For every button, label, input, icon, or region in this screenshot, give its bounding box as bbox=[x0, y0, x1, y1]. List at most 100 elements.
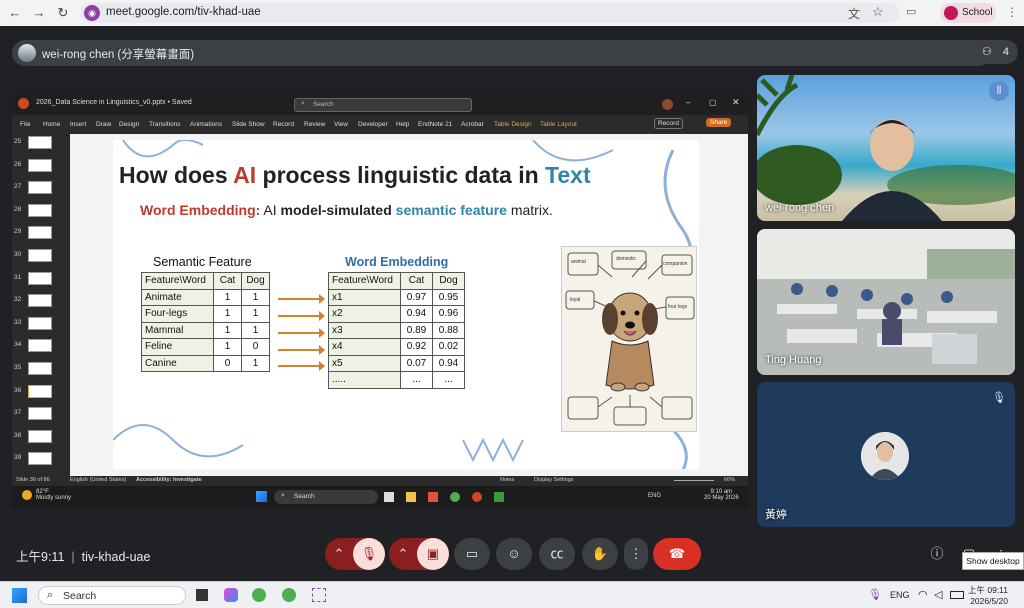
display-settings-button[interactable]: Display Settings bbox=[534, 477, 573, 483]
ribbon-tab[interactable]: Table Design bbox=[494, 121, 532, 128]
back-icon[interactable]: ← bbox=[6, 5, 24, 20]
bookmark-star-icon[interactable]: ☆ bbox=[872, 4, 884, 20]
system-clock[interactable]: 上午 09:11 2026/5/20 bbox=[968, 585, 1008, 607]
chrome-icon[interactable] bbox=[282, 588, 296, 602]
participant-tile[interactable]: 🎙 黃婷 bbox=[757, 382, 1015, 527]
site-info-icon[interactable]: ◉ bbox=[84, 5, 100, 21]
file-explorer-icon[interactable] bbox=[406, 492, 416, 502]
slide-thumbnail[interactable] bbox=[28, 339, 52, 353]
ribbon-tab[interactable]: Acrobat bbox=[461, 121, 483, 128]
powerpoint-icon[interactable] bbox=[472, 492, 482, 502]
profile-button[interactable]: School bbox=[940, 3, 996, 23]
table-cell: 0.89 bbox=[400, 321, 433, 339]
image-label: four legs bbox=[668, 304, 688, 310]
semantic-feature-title: Semantic Feature bbox=[153, 255, 252, 269]
mic-icon[interactable]: 🎙 bbox=[868, 588, 882, 601]
ribbon-tab[interactable]: Home bbox=[43, 121, 60, 128]
record-button[interactable]: Record bbox=[654, 118, 683, 129]
reload-icon[interactable]: ↻ bbox=[54, 5, 72, 21]
slide-thumbnail[interactable] bbox=[28, 429, 52, 443]
ribbon-tab[interactable]: Draw bbox=[96, 121, 111, 128]
slide-thumbnail[interactable] bbox=[28, 249, 52, 262]
task-view-icon[interactable] bbox=[384, 492, 394, 502]
battery-icon[interactable] bbox=[950, 591, 964, 599]
table-cell: Four-legs bbox=[141, 305, 214, 323]
mic-off-icon[interactable]: 🎙 bbox=[353, 538, 385, 570]
table-row: Canine 0 1 bbox=[141, 354, 270, 372]
notes-button[interactable]: Notes bbox=[500, 477, 514, 483]
people-count-button[interactable]: ⚇ 4 bbox=[974, 40, 1018, 64]
participant-tile[interactable]: Ting Huang bbox=[757, 229, 1015, 375]
slide-thumbnail[interactable] bbox=[28, 181, 52, 195]
slide-thumbnail[interactable] bbox=[28, 362, 52, 375]
input-language[interactable]: ENG bbox=[648, 493, 661, 499]
ribbon-tab[interactable]: Animations bbox=[190, 121, 222, 128]
zoom-slider[interactable] bbox=[674, 480, 714, 481]
slide-thumbnail[interactable] bbox=[28, 271, 52, 285]
captions-icon[interactable]: ㏄ bbox=[539, 538, 575, 570]
meeting-details-icon[interactable]: ⓘ bbox=[926, 538, 948, 570]
slide-thumbnail[interactable] bbox=[28, 452, 52, 466]
volume-icon[interactable]: ◁ bbox=[934, 588, 942, 601]
address-bar[interactable]: ◉ meet.google.com/tiv-khad-uae 文 ☆ bbox=[80, 3, 900, 23]
ribbon-tab[interactable]: Record bbox=[273, 121, 294, 128]
app-icon[interactable] bbox=[428, 492, 438, 502]
leave-call-icon[interactable]: ☎ bbox=[653, 538, 701, 570]
ribbon-tab[interactable]: Table Layout bbox=[540, 121, 577, 128]
camera-off-icon[interactable]: ▣ bbox=[417, 538, 449, 570]
raise-hand-icon[interactable]: ✋ bbox=[582, 538, 618, 570]
input-language[interactable]: ENG bbox=[890, 590, 910, 600]
language-status[interactable]: English (United States) bbox=[70, 477, 126, 483]
start-icon[interactable] bbox=[256, 491, 267, 502]
word-embedding-title: Word Embedding bbox=[345, 255, 449, 269]
ribbon-tab[interactable]: Transitions bbox=[149, 121, 181, 128]
ribbon-tab[interactable]: Help bbox=[396, 121, 409, 128]
cast-icon[interactable]: ▭ bbox=[906, 5, 916, 18]
share-button[interactable]: Share bbox=[706, 118, 732, 127]
wifi-icon[interactable]: ◠ bbox=[918, 588, 928, 601]
more-options-icon[interactable]: ⋮ bbox=[624, 538, 648, 570]
slide-thumbnail[interactable] bbox=[28, 316, 52, 330]
ribbon-tab[interactable]: View bbox=[334, 121, 348, 128]
slide-thumbnail[interactable] bbox=[28, 407, 52, 421]
slide-thumbnail[interactable] bbox=[28, 203, 52, 217]
slide-thumbnail[interactable] bbox=[28, 294, 52, 308]
camera-options-chevron-icon[interactable]: ⌃ bbox=[389, 538, 417, 570]
ribbon-tab[interactable]: Review bbox=[304, 121, 325, 128]
slide-thumbnail[interactable] bbox=[28, 136, 52, 149]
participant-tile[interactable]: ⦀ wei-rong chen bbox=[757, 75, 1015, 221]
translate-icon[interactable]: 文 bbox=[848, 5, 860, 22]
chrome-icon[interactable] bbox=[252, 588, 266, 602]
ribbon-tab[interactable]: Insert bbox=[70, 121, 86, 128]
ribbon-tab[interactable]: Developer bbox=[358, 121, 388, 128]
search-icon: ⌕ bbox=[47, 589, 54, 601]
snipping-tool-icon[interactable] bbox=[312, 588, 326, 602]
emoji-icon[interactable]: ☺ bbox=[496, 538, 532, 570]
word-embedding-table[interactable]: Feature\Word Cat Dog x1 0.97 0.95 x2 0.94 0.96 x3… bbox=[328, 272, 465, 389]
table-cell: 1 bbox=[241, 321, 270, 339]
search-box[interactable]: ⌕ Search bbox=[294, 98, 472, 112]
ribbon-tab[interactable]: EndNote 21 bbox=[418, 121, 452, 128]
ribbon-tab[interactable]: File bbox=[20, 121, 30, 128]
forward-icon[interactable]: → bbox=[30, 5, 48, 20]
close-icon[interactable]: ✕ bbox=[732, 97, 740, 108]
task-view-icon[interactable] bbox=[196, 589, 208, 601]
mic-options-chevron-icon[interactable]: ⌃ bbox=[325, 538, 353, 570]
ribbon-tab[interactable]: Design bbox=[119, 121, 139, 128]
slide-thumbnail[interactable] bbox=[28, 226, 52, 240]
chrome-icon[interactable] bbox=[450, 492, 460, 502]
slide-thumbnail[interactable] bbox=[28, 384, 52, 398]
taskbar-search[interactable]: ⌕ Search bbox=[274, 490, 378, 504]
slide-thumbnail[interactable] bbox=[28, 158, 52, 172]
ribbon-tab[interactable]: Slide Show bbox=[232, 121, 265, 128]
slide-number: 39 bbox=[14, 454, 22, 462]
minimize-icon[interactable]: – bbox=[686, 98, 690, 107]
copilot-icon[interactable] bbox=[224, 588, 238, 602]
start-icon[interactable] bbox=[12, 588, 27, 603]
menu-dots-icon[interactable]: ⋮ bbox=[1006, 5, 1018, 19]
taskbar-search[interactable]: ⌕ Search bbox=[38, 586, 186, 605]
excel-icon[interactable] bbox=[494, 492, 504, 502]
present-screen-icon[interactable]: ▭ bbox=[454, 538, 490, 570]
restore-icon[interactable]: ▢ bbox=[709, 98, 717, 107]
accessibility-status[interactable]: Accessibility: Investigate bbox=[136, 477, 202, 483]
